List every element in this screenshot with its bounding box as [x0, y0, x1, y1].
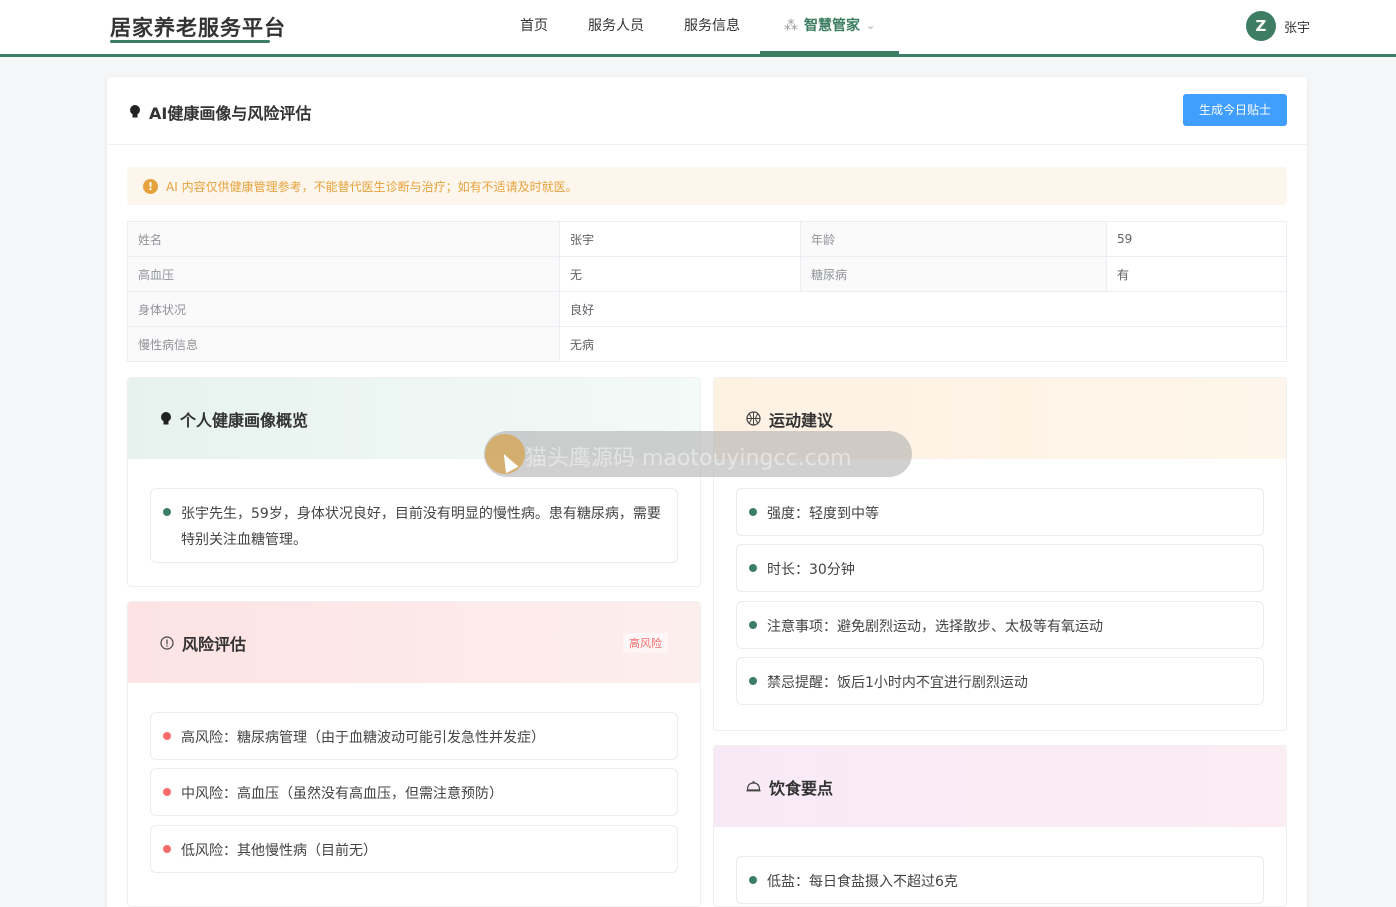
list-item: 低盐：每日食盐摄入不超过6克	[736, 856, 1264, 904]
list-item: 时长：30分钟	[736, 544, 1264, 592]
risk-panel-title: 风险评估	[182, 634, 247, 654]
diet-panel-header: 饮食要点	[714, 746, 1286, 827]
disclaimer-alert: ! AI 内容仅供健康管理参考，不能替代医生诊断与治疗；如有不适请及时就医。	[127, 167, 1287, 205]
app-logo[interactable]: 居家养老服务平台	[110, 12, 286, 42]
list-item: 张宇先生，59岁，身体状况良好，目前没有明显的慢性病。患有糖尿病，需要特别关注血…	[150, 488, 678, 563]
exercise-panel-title: 运动建议	[769, 410, 834, 430]
table-row: 高血压 无 糖尿病 有	[127, 256, 1287, 292]
exercise-item-text: 强度：轻度到中等	[767, 506, 879, 522]
exercise-item-text: 禁忌提醒：饭后1小时内不宜进行剧烈运动	[767, 675, 1028, 691]
diabetes-label: 糖尿病	[800, 256, 1107, 292]
user-name[interactable]: 张宇	[1284, 17, 1310, 36]
bulb-icon	[130, 105, 140, 118]
bullet-dot	[749, 564, 757, 572]
bullet-dot	[163, 845, 171, 853]
bullet-dot	[749, 677, 757, 685]
bullet-dot	[749, 876, 757, 884]
profile-panel-title: 个人健康画像概览	[180, 410, 309, 430]
bullet-dot	[749, 508, 757, 516]
user-menu[interactable]: Z 张宇	[1246, 11, 1310, 41]
nav-item-smart-butler[interactable]: ⁂ 智慧管家 ⌄	[760, 0, 900, 54]
chronic-label: 慢性病信息	[127, 326, 560, 362]
table-row: 姓名 张宇 年龄 59	[127, 221, 1287, 257]
list-item: 中风险：高血压（虽然没有高血压，但需注意预防）	[150, 768, 678, 816]
profile-summary-text: 张宇先生，59岁，身体状况良好，目前没有明显的慢性病。患有糖尿病，需要特别关注血…	[181, 506, 661, 548]
name-value: 张宇	[559, 221, 801, 257]
list-item: 低风险：其他慢性病（目前无）	[150, 825, 678, 873]
ball-icon	[746, 411, 761, 426]
cloche-icon	[746, 781, 761, 792]
risk-panel: 风险评估 高风险 高风险：糖尿病管理（由于血糖波动可能引发急性并发症） 中风险：…	[127, 601, 701, 907]
age-value: 59	[1106, 221, 1287, 257]
nav-item-home[interactable]: 首页	[500, 0, 568, 54]
nav-item-service-info[interactable]: 服务信息	[664, 0, 760, 54]
profile-panel: 个人健康画像概览 张宇先生，59岁，身体状况良好，目前没有明显的慢性病。患有糖尿…	[127, 377, 701, 587]
alert-text: AI 内容仅供健康管理参考，不能替代医生诊断与治疗；如有不适请及时就医。	[166, 179, 578, 194]
bullet-dot	[163, 732, 171, 740]
card-title-text: AI健康画像与风险评估	[149, 104, 312, 123]
age-label: 年龄	[800, 221, 1107, 257]
risk-item-text: 低风险：其他慢性病（目前无）	[181, 843, 377, 859]
exercise-item-text: 时长：30分钟	[767, 562, 855, 578]
condition-label: 身体状况	[127, 291, 560, 327]
table-row: 身体状况 良好	[127, 291, 1287, 327]
avatar[interactable]: Z	[1246, 11, 1276, 41]
list-item: 禁忌提醒：饭后1小时内不宜进行剧烈运动	[736, 657, 1264, 705]
exercise-item-text: 注意事项：避免剧烈运动，选择散步、太极等有氧运动	[767, 619, 1103, 635]
diet-item-text: 低盐：每日食盐摄入不超过6克	[767, 874, 958, 890]
bullet-dot	[163, 508, 171, 516]
diet-panel: 饮食要点 低盐：每日食盐摄入不超过6克	[713, 745, 1287, 907]
nav-item-staff[interactable]: 服务人员	[568, 0, 664, 54]
card-header: AI健康画像与风险评估 生成今日贴士	[107, 77, 1307, 145]
condition-value: 良好	[559, 291, 1287, 327]
top-header: 居家养老服务平台 首页 服务人员 服务信息 ⁂ 智慧管家 ⌄ Z 张宇	[0, 0, 1396, 57]
chevron-down-icon: ⌄	[866, 18, 876, 32]
diet-panel-title: 饮食要点	[769, 778, 834, 798]
warning-icon: !	[143, 178, 158, 194]
nav-item-smart-butler-label: 智慧管家	[804, 17, 860, 34]
risk-item-text: 高风险：糖尿病管理（由于血糖波动可能引发急性并发症）	[181, 730, 545, 746]
table-row: 慢性病信息 无病	[127, 326, 1287, 362]
hypertension-label: 高血压	[127, 256, 560, 292]
bullet-dot	[163, 788, 171, 796]
main-nav: 首页 服务人员 服务信息 ⁂ 智慧管家 ⌄	[500, 0, 900, 54]
list-item: 注意事项：避免剧烈运动，选择散步、太极等有氧运动	[736, 601, 1264, 649]
watermark-text: 猫头鹰源码 maotouyingcc.com	[525, 446, 852, 471]
list-item: 强度：轻度到中等	[736, 488, 1264, 536]
bullet-dot	[749, 621, 757, 629]
card-title: AI健康画像与风险评估	[129, 100, 311, 124]
info-circle-icon	[160, 635, 174, 650]
list-item: 高风险：糖尿病管理（由于血糖波动可能引发急性并发症）	[150, 712, 678, 760]
generate-tips-button[interactable]: 生成今日贴士	[1183, 94, 1287, 126]
profile-info-table: 姓名 张宇 年龄 59 高血压 无 糖尿病 有 身体状况 良好 慢性病信息 无病	[127, 221, 1287, 362]
logo-underline	[110, 40, 270, 43]
risk-level-badge: 高风险	[623, 633, 668, 653]
bulb-icon	[161, 411, 171, 424]
hypertension-value: 无	[559, 256, 801, 292]
chronic-value: 无病	[559, 326, 1287, 362]
risk-item-text: 中风险：高血压（虽然没有高血压，但需注意预防）	[181, 786, 503, 802]
risk-panel-header: 风险评估 高风险	[128, 602, 700, 683]
sparkle-icon: ⁂	[784, 17, 798, 34]
diabetes-value: 有	[1106, 256, 1287, 292]
name-label: 姓名	[127, 221, 560, 257]
